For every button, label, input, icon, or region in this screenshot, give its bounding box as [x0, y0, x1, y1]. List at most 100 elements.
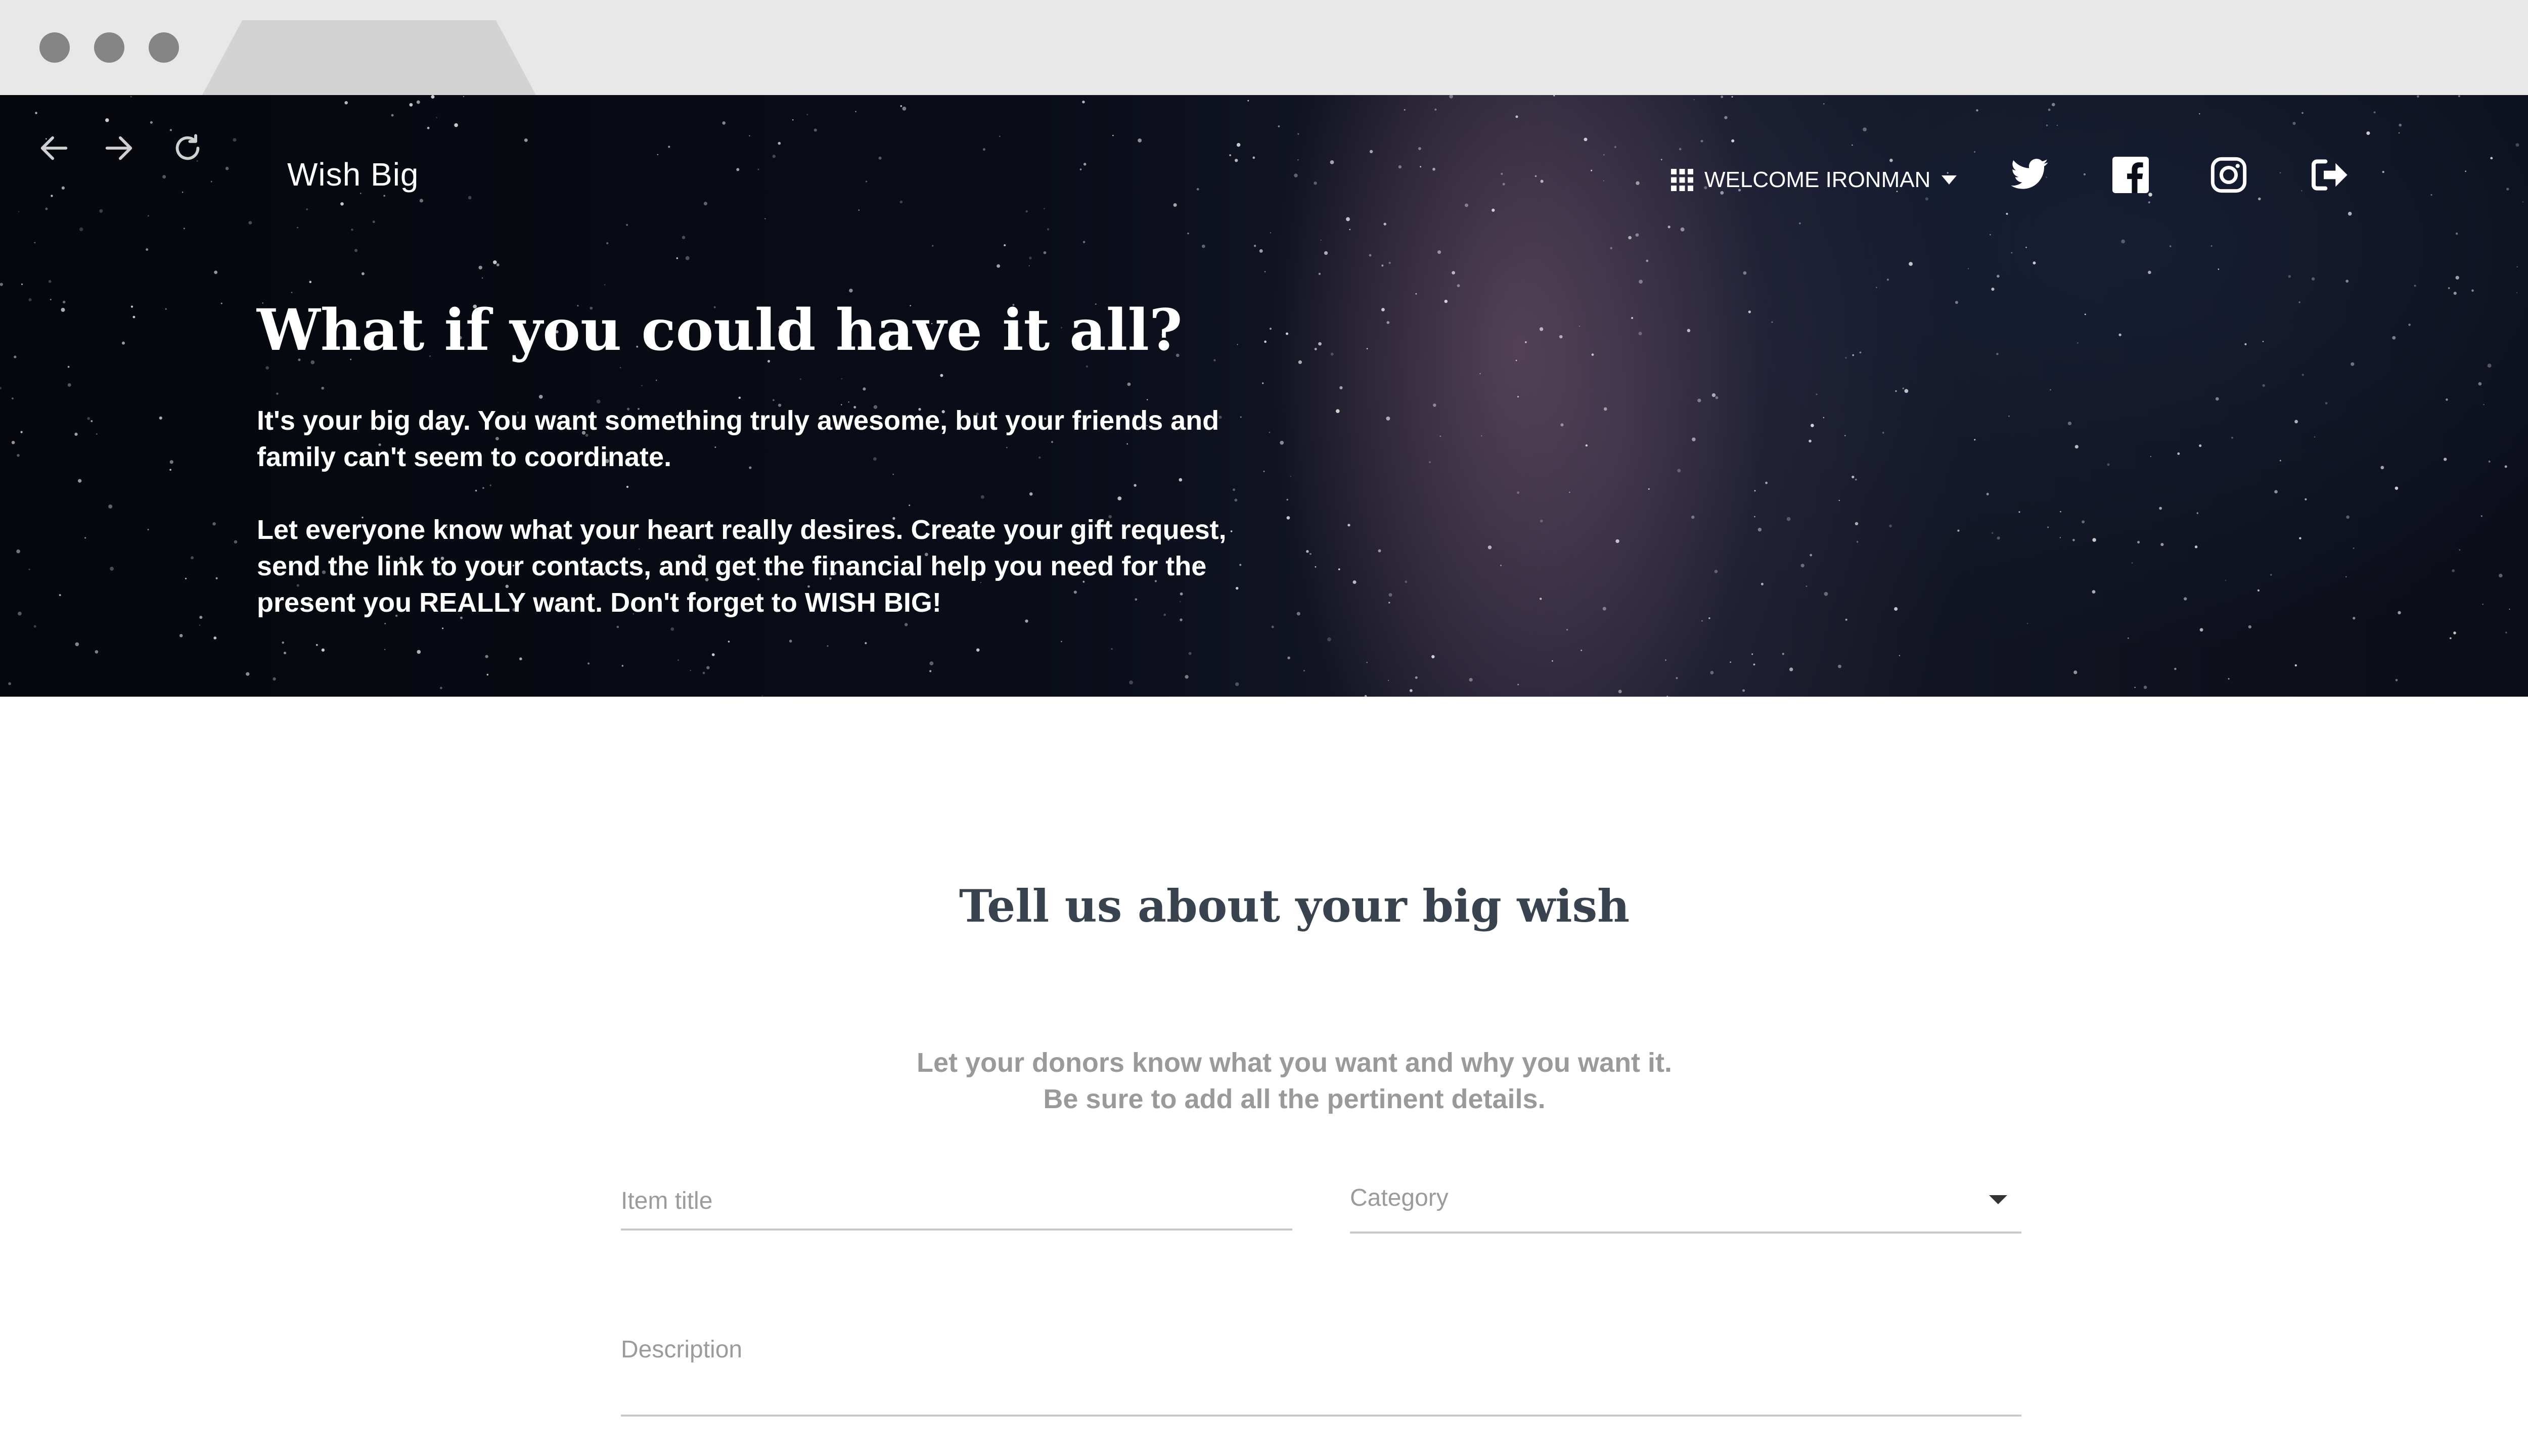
star [2353, 547, 2355, 549]
star [61, 186, 65, 190]
item-title-field[interactable] [621, 1173, 1292, 1231]
star [1517, 491, 1520, 494]
star [1757, 527, 1762, 532]
star [2382, 171, 2384, 173]
window-close-dot[interactable] [39, 32, 70, 63]
star [28, 298, 32, 301]
star [2458, 95, 2460, 98]
star [2194, 545, 2198, 549]
brand-logo-text[interactable]: Wish Big [287, 156, 419, 193]
star [1760, 582, 1764, 585]
star [436, 117, 437, 118]
star [931, 245, 934, 247]
star [51, 195, 53, 197]
star [761, 695, 763, 697]
star [1603, 407, 1607, 411]
back-button[interactable] [26, 120, 82, 176]
star [1264, 340, 1267, 343]
star [1539, 327, 1544, 331]
star [1810, 554, 1813, 557]
star [1648, 488, 1650, 490]
star [2505, 631, 2507, 633]
star [1381, 264, 1384, 267]
hero-paragraph-intro-line-2: family can't seem to coordinate. [257, 442, 672, 472]
forward-button[interactable] [91, 120, 147, 176]
star [2244, 343, 2247, 346]
star [1025, 210, 1028, 213]
item-title-input[interactable] [621, 1173, 1292, 1228]
star [306, 208, 308, 211]
star [1187, 233, 1189, 235]
facebook-link[interactable] [2105, 150, 2156, 200]
star [2453, 631, 2456, 634]
star [1895, 390, 1897, 392]
star [2311, 277, 2315, 281]
star [489, 484, 491, 486]
star [283, 652, 287, 655]
star [878, 156, 882, 160]
star [2398, 132, 2400, 134]
star [110, 567, 114, 571]
star [391, 114, 394, 117]
star [361, 272, 365, 276]
star [1845, 356, 1847, 359]
form-section-subtitle-line-1: Let your donors know what you want and w… [916, 1048, 1673, 1078]
star [1439, 435, 1441, 437]
star [799, 378, 801, 380]
window-zoom-dot[interactable] [149, 32, 179, 63]
logout-button[interactable] [2304, 150, 2354, 200]
star [1418, 147, 1421, 150]
star [492, 260, 497, 264]
star [2107, 463, 2110, 466]
star [431, 95, 435, 99]
star [0, 283, 3, 286]
window-minimize-dot[interactable] [94, 32, 124, 63]
star [1646, 259, 1649, 262]
star [351, 229, 353, 231]
browser-tab[interactable] [202, 20, 536, 95]
star [2465, 170, 2467, 172]
star [1957, 529, 1960, 532]
star [1974, 439, 1976, 441]
star [2046, 124, 2048, 126]
star [1262, 382, 1264, 384]
star [45, 207, 48, 210]
star [1324, 251, 1328, 255]
star [538, 394, 543, 399]
star [706, 666, 710, 669]
star [1029, 256, 1032, 260]
description-field[interactable] [621, 1322, 2021, 1417]
star [1679, 148, 1682, 151]
star [2453, 292, 2457, 295]
star [929, 670, 932, 672]
star [185, 577, 187, 579]
star [1540, 179, 1544, 183]
star [1269, 328, 1272, 330]
star [182, 191, 184, 193]
star [1614, 146, 1617, 149]
star [62, 300, 66, 304]
star [1388, 679, 1389, 681]
star [1986, 492, 1989, 495]
welcome-user-menu[interactable]: WELCOME IRONMAN [1671, 160, 1957, 200]
star [2006, 213, 2008, 215]
star [1270, 232, 1271, 234]
star [96, 433, 98, 435]
star [1539, 598, 1542, 600]
star [1823, 103, 1825, 105]
star [199, 616, 203, 619]
instagram-link[interactable] [2203, 150, 2254, 200]
star [1117, 496, 1122, 500]
description-input[interactable] [621, 1322, 2021, 1377]
star [1314, 348, 1317, 350]
star [940, 374, 943, 377]
twitter-link[interactable] [2004, 150, 2055, 200]
star [485, 655, 488, 658]
star [11, 440, 15, 444]
category-select[interactable]: Category [1350, 1173, 2021, 1234]
star [1721, 96, 1724, 99]
star [1855, 522, 1859, 526]
star [1560, 423, 1564, 427]
star [2225, 579, 2227, 581]
reload-button[interactable] [160, 120, 215, 176]
